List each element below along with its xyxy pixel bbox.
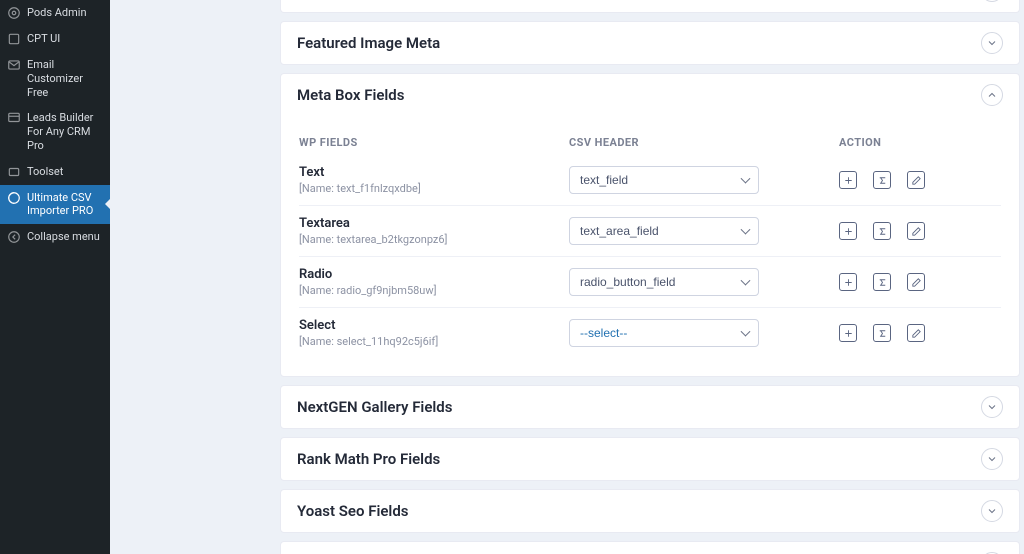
csv-header-select[interactable]: text_field bbox=[569, 166, 759, 194]
pods-icon bbox=[7, 6, 21, 20]
field-meta: [Name: text_f1fnlzqxdbe] bbox=[299, 182, 569, 195]
panel-title: NextGEN Gallery Fields bbox=[297, 398, 452, 416]
mapping-table: WP FIELDS CSV HEADER ACTION Text [Name: … bbox=[281, 116, 1019, 376]
sidebar-item-label: Toolset bbox=[27, 165, 63, 179]
formula-icon[interactable] bbox=[873, 171, 891, 189]
csv-importer-icon bbox=[7, 191, 21, 205]
panel-featured-image-meta: Featured Image Meta bbox=[280, 21, 1020, 65]
col-head-csv-header: CSV HEADER bbox=[569, 136, 839, 149]
panel-header[interactable]: Yoast Seo Fields bbox=[281, 490, 1019, 532]
add-icon[interactable] bbox=[839, 273, 857, 291]
formula-icon[interactable] bbox=[873, 222, 891, 240]
panel-header[interactable]: Meta Box Fields bbox=[281, 74, 1019, 116]
panel-header[interactable]: Create WP Custom Fields bbox=[281, 542, 1019, 554]
formula-icon[interactable] bbox=[873, 273, 891, 291]
panel-title: Meta Box Fields bbox=[297, 86, 404, 104]
sidebar-item-label: Leads Builder For Any CRM Pro bbox=[27, 111, 103, 152]
csv-header-select[interactable]: radio_button_field bbox=[569, 268, 759, 296]
mapping-row: Text [Name: text_f1fnlzqxdbe] text_field bbox=[299, 155, 1001, 206]
table-header-row: WP FIELDS CSV HEADER ACTION bbox=[299, 126, 1001, 155]
edit-icon[interactable] bbox=[907, 222, 925, 240]
col-head-action: ACTION bbox=[839, 136, 1001, 149]
field-meta: [Name: select_11hq92c5j6if] bbox=[299, 335, 569, 348]
toolset-icon bbox=[7, 165, 21, 179]
csv-header-select[interactable]: --select-- bbox=[569, 319, 759, 347]
add-icon[interactable] bbox=[839, 222, 857, 240]
field-name: Radio bbox=[299, 267, 569, 282]
chevron-down-icon bbox=[981, 0, 1003, 2]
mapping-row: Textarea [Name: textarea_b2tkgzonpz6] te… bbox=[299, 206, 1001, 257]
edit-icon[interactable] bbox=[907, 171, 925, 189]
collapse-icon bbox=[7, 230, 21, 244]
mapping-row: Select [Name: select_11hq92c5j6if] --sel… bbox=[299, 308, 1001, 358]
panel-nextgen-gallery-fields: NextGEN Gallery Fields bbox=[280, 385, 1020, 429]
panel-title: Rank Math Pro Fields bbox=[297, 450, 440, 468]
mapping-row: Radio [Name: radio_gf9njbm58uw] radio_bu… bbox=[299, 257, 1001, 308]
add-icon[interactable] bbox=[839, 324, 857, 342]
sidebar-item-label: CPT UI bbox=[27, 32, 60, 46]
edit-icon[interactable] bbox=[907, 273, 925, 291]
panel-title: Yoast Seo Fields bbox=[297, 502, 408, 520]
cpt-ui-icon bbox=[7, 32, 21, 46]
panel-header[interactable]: Featured Image Meta bbox=[281, 22, 1019, 64]
field-name: Textarea bbox=[299, 216, 569, 231]
sidebar-item-label: Email Customizer Free bbox=[27, 58, 103, 99]
edit-icon[interactable] bbox=[907, 324, 925, 342]
sidebar-item-collapse[interactable]: Collapse menu bbox=[0, 224, 110, 250]
sidebar-item-ultimate-csv[interactable]: Ultimate CSV Importer PRO bbox=[0, 185, 110, 225]
panel-header[interactable]: Elementor Fields bbox=[281, 0, 1019, 12]
formula-icon[interactable] bbox=[873, 324, 891, 342]
panel-meta-box-fields: Meta Box Fields WP FIELDS CSV HEADER ACT… bbox=[280, 73, 1020, 377]
sidebar-item-cpt-ui[interactable]: CPT UI bbox=[0, 26, 110, 52]
panel-yoast-seo-fields: Yoast Seo Fields bbox=[280, 489, 1020, 533]
col-head-wp-fields: WP FIELDS bbox=[299, 136, 569, 149]
panel-header[interactable]: Rank Math Pro Fields bbox=[281, 438, 1019, 480]
chevron-down-icon bbox=[981, 396, 1003, 418]
csv-header-select[interactable]: text_area_field bbox=[569, 217, 759, 245]
leads-icon bbox=[7, 111, 21, 125]
chevron-down-icon bbox=[981, 32, 1003, 54]
sidebar-item-label: Pods Admin bbox=[27, 6, 87, 20]
panel-elementor-fields: Elementor Fields bbox=[280, 0, 1020, 13]
sidebar-item-email-customizer[interactable]: Email Customizer Free bbox=[0, 52, 110, 105]
sidebar-item-label: Collapse menu bbox=[27, 230, 100, 244]
sidebar-item-label: Ultimate CSV Importer PRO bbox=[27, 191, 103, 219]
panel-header[interactable]: NextGEN Gallery Fields bbox=[281, 386, 1019, 428]
field-meta: [Name: radio_gf9njbm58uw] bbox=[299, 284, 569, 297]
panel-create-wp-custom-fields: Create WP Custom Fields WP FIELDS CSV HE… bbox=[280, 541, 1020, 554]
chevron-down-icon bbox=[981, 500, 1003, 522]
main-content: Elementor Fields Featured Image Meta Met… bbox=[110, 0, 1024, 554]
sidebar-item-toolset[interactable]: Toolset bbox=[0, 159, 110, 185]
admin-sidebar: Pods Admin CPT UI Email Customizer Free … bbox=[0, 0, 110, 554]
field-name: Text bbox=[299, 165, 569, 180]
chevron-up-icon bbox=[981, 84, 1003, 106]
panel-title: Featured Image Meta bbox=[297, 34, 440, 52]
panel-rank-math-pro-fields: Rank Math Pro Fields bbox=[280, 437, 1020, 481]
chevron-down-icon bbox=[981, 448, 1003, 470]
field-name: Select bbox=[299, 318, 569, 333]
sidebar-item-pods-admin[interactable]: Pods Admin bbox=[0, 0, 110, 26]
email-icon bbox=[7, 58, 21, 72]
field-meta: [Name: textarea_b2tkgzonpz6] bbox=[299, 233, 569, 246]
add-icon[interactable] bbox=[839, 171, 857, 189]
sidebar-item-leads-builder[interactable]: Leads Builder For Any CRM Pro bbox=[0, 105, 110, 158]
